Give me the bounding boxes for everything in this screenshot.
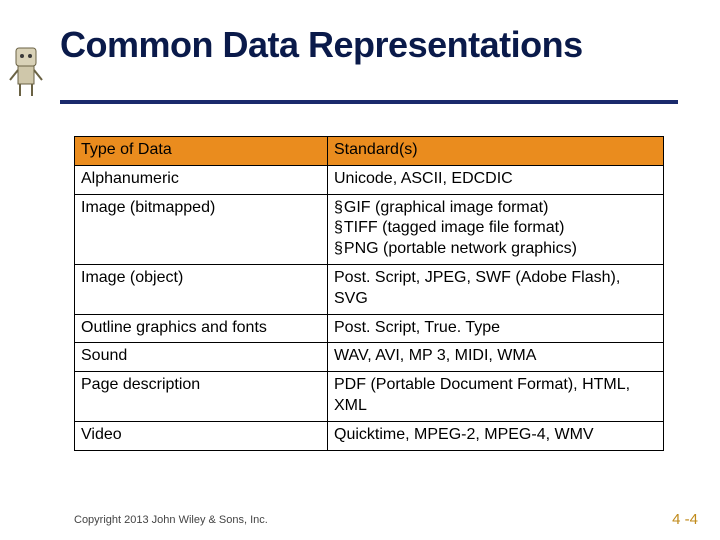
copyright-text: Copyright 2013 John Wiley & Sons, Inc. [74,514,268,526]
left-rail [0,0,54,540]
table-row: Sound WAV, AVI, MP 3, MIDI, WMA [75,343,664,372]
table-row: Video Quicktime, MPEG-2, MPEG-4, WMV [75,421,664,450]
slide-title: Common Data Representations [60,24,583,66]
cell-type: Image (object) [75,264,328,314]
cell-type: Alphanumeric [75,165,328,194]
cell-std: Quicktime, MPEG-2, MPEG-4, WMV [328,421,664,450]
cell-std: WAV, AVI, MP 3, MIDI, WMA [328,343,664,372]
table-row: Page description PDF (Portable Document … [75,372,664,422]
cell-type: Image (bitmapped) [75,194,328,264]
table-row: Outline graphics and fonts Post. Script,… [75,314,664,343]
cell-std: PDF (Portable Document Format), HTML, XM… [328,372,664,422]
bullet-icon: § [334,199,343,216]
header-standard: Standard(s) [328,137,664,166]
header-type: Type of Data [75,137,328,166]
cell-std: §GIF (graphical image format) §TIFF (tag… [328,194,664,264]
cell-type: Page description [75,372,328,422]
title-underline [60,100,678,104]
mascot-icon [6,44,46,100]
bullet-icon: § [334,240,343,257]
bullet-text: PNG (portable network graphics) [344,240,577,257]
bullet-text: TIFF (tagged image file format) [344,219,565,236]
bullet-text: GIF (graphical image format) [344,199,549,216]
data-representations-table: Type of Data Standard(s) Alphanumeric Un… [74,136,664,451]
cell-type: Sound [75,343,328,372]
table-row: Alphanumeric Unicode, ASCII, EDCDIC [75,165,664,194]
cell-type: Video [75,421,328,450]
table-row: Image (object) Post. Script, JPEG, SWF (… [75,264,664,314]
cell-std: Post. Script, True. Type [328,314,664,343]
bullet-icon: § [334,219,343,236]
table-row: Image (bitmapped) §GIF (graphical image … [75,194,664,264]
table-header-row: Type of Data Standard(s) [75,137,664,166]
cell-std: Post. Script, JPEG, SWF (Adobe Flash), S… [328,264,664,314]
page-number: 4 -4 [672,511,698,528]
slide: Common Data Representations Type of Data… [0,0,720,540]
cell-std: Unicode, ASCII, EDCDIC [328,165,664,194]
cell-type: Outline graphics and fonts [75,314,328,343]
